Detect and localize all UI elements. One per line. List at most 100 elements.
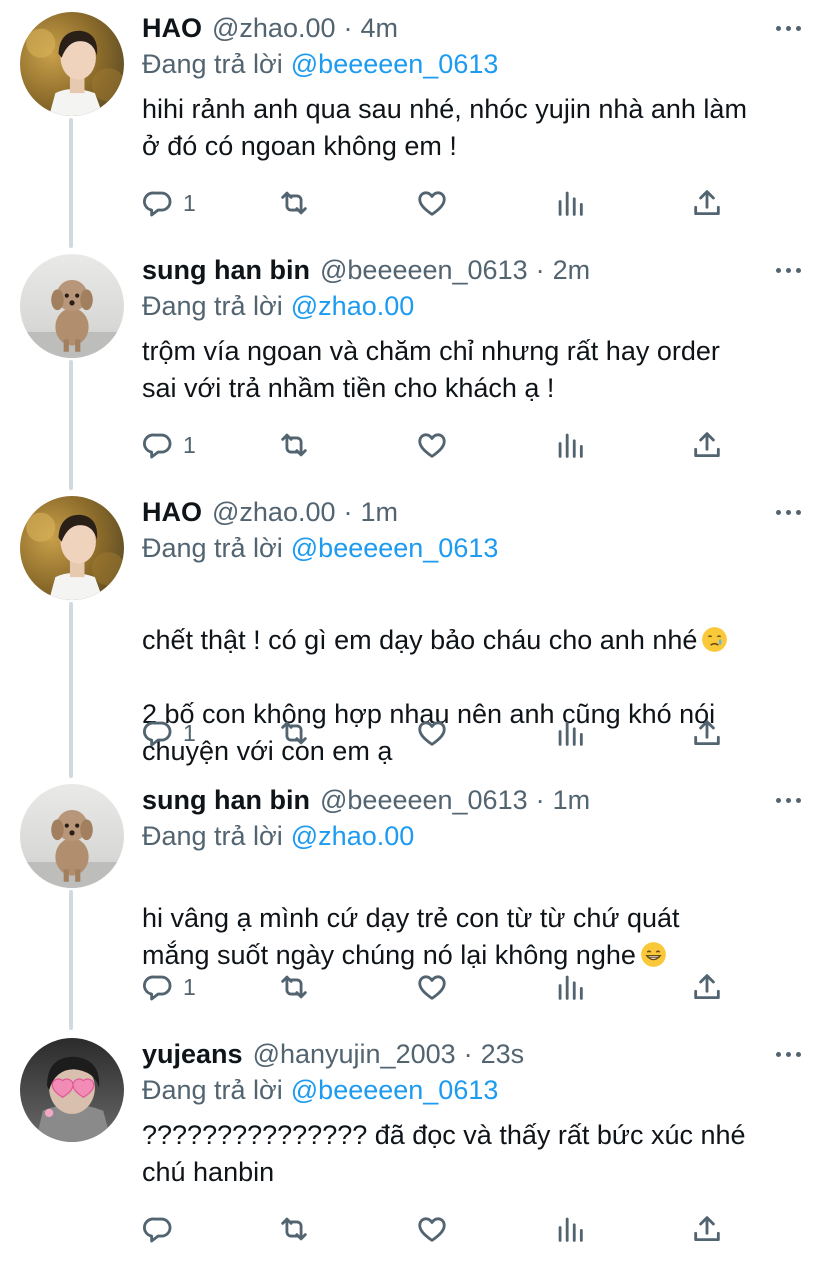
like-button[interactable] (415, 967, 449, 1007)
user-handle[interactable]: @zhao.00 (212, 10, 336, 46)
retweet-button[interactable] (277, 967, 311, 1007)
timestamp[interactable]: 1m (553, 782, 591, 818)
retweet-button[interactable] (277, 1209, 311, 1249)
replying-to: Đang trả lời @beeeeen_0613 (142, 46, 498, 82)
share-button[interactable] (690, 1209, 724, 1249)
reply-button[interactable]: 1 (141, 425, 196, 465)
reply-button[interactable] (141, 1209, 183, 1249)
mention-link[interactable]: @beeeeen_0613 (291, 49, 499, 79)
retweet-icon (281, 975, 307, 999)
user-handle[interactable]: @hanyujin_2003 (253, 1036, 456, 1072)
share-icon (694, 432, 720, 458)
analytics-button[interactable] (553, 183, 587, 223)
share-button[interactable] (690, 713, 724, 753)
reply-icon (143, 1217, 172, 1243)
retweet-icon (281, 191, 307, 215)
share-button[interactable] (690, 967, 724, 1007)
tweet-text-line: chết thật ! có gì em dạy bảo cháu cho an… (142, 625, 698, 655)
separator: · (463, 1039, 473, 1069)
reply-button[interactable]: 1 (141, 967, 196, 1007)
separator: · (343, 13, 353, 43)
retweet-icon (281, 1217, 307, 1241)
more-icon[interactable] (770, 496, 806, 528)
reply-button[interactable]: 1 (141, 713, 196, 753)
timestamp[interactable]: 2m (553, 252, 591, 288)
share-button[interactable] (690, 425, 724, 465)
replying-to: Đang trả lời @zhao.00 (142, 818, 414, 854)
tweet-actions: 1 (0, 713, 828, 753)
analytics-button[interactable] (553, 967, 587, 1007)
replying-to: Đang trả lời @beeeeen_0613 (142, 530, 498, 566)
separator: · (535, 785, 545, 815)
reply-icon (143, 975, 172, 1001)
reply-count: 1 (183, 431, 196, 458)
analytics-button[interactable] (553, 713, 587, 753)
separator: · (343, 497, 353, 527)
mention-link[interactable]: @zhao.00 (291, 291, 415, 321)
reply-icon (143, 721, 172, 747)
more-icon[interactable] (770, 12, 806, 44)
like-button[interactable] (415, 183, 449, 223)
tweet-text-line: hi vâng ạ mình cứ dạy trẻ con từ từ chứ … (142, 903, 680, 970)
share-button[interactable] (690, 183, 724, 223)
display-name[interactable]: HAO (142, 494, 202, 530)
tweet-actions: 1 (0, 183, 828, 223)
reply-count: 1 (183, 189, 196, 216)
display-name[interactable]: yujeans (142, 1036, 243, 1072)
like-button[interactable] (415, 713, 449, 753)
more-icon[interactable] (770, 784, 806, 816)
like-icon (418, 975, 446, 1000)
tweet-actions: 1 (0, 425, 828, 465)
analytics-button[interactable] (553, 1209, 587, 1249)
heart-glasses-avatar[interactable] (20, 1038, 124, 1142)
dog-avatar[interactable] (20, 784, 124, 888)
like-icon (418, 191, 446, 216)
tweet-actions (0, 1209, 828, 1249)
thread-line (69, 890, 73, 1030)
like-button[interactable] (415, 425, 449, 465)
analytics-icon (558, 975, 583, 1000)
tweet-text: trộm vía ngoan và chăm chỉ nhưng rất hay… (142, 336, 720, 403)
tweet-text: chết thật ! có gì em dạy bảo cháu cho an… (142, 585, 812, 807)
reply-icon (143, 191, 172, 217)
share-icon (694, 190, 720, 216)
grinning-face-emoji (641, 942, 666, 967)
analytics-icon (558, 721, 583, 746)
like-icon (418, 1217, 446, 1242)
like-button[interactable] (415, 1209, 449, 1249)
user-handle[interactable]: @beeeeen_0613 (320, 782, 528, 818)
replying-to-label: Đang trả lời (142, 291, 283, 321)
timestamp[interactable]: 4m (361, 10, 399, 46)
user-handle[interactable]: @beeeeen_0613 (320, 252, 528, 288)
person-avatar[interactable] (20, 496, 124, 600)
reply-count: 1 (183, 719, 196, 746)
more-icon[interactable] (770, 254, 806, 286)
mention-link[interactable]: @zhao.00 (291, 821, 415, 851)
display-name[interactable]: HAO (142, 10, 202, 46)
retweet-button[interactable] (277, 425, 311, 465)
analytics-button[interactable] (553, 425, 587, 465)
retweet-icon (281, 433, 307, 457)
reply-button[interactable]: 1 (141, 183, 196, 223)
analytics-icon (558, 191, 583, 216)
dog-avatar[interactable] (20, 254, 124, 358)
replying-to: Đang trả lời @beeeeen_0613 (142, 1072, 498, 1108)
analytics-icon (558, 1217, 583, 1242)
share-icon (694, 974, 720, 1000)
replying-to: Đang trả lời @zhao.00 (142, 288, 414, 324)
more-icon[interactable] (770, 1038, 806, 1070)
timestamp[interactable]: 1m (361, 494, 399, 530)
mention-link[interactable]: @beeeeen_0613 (291, 533, 499, 563)
display-name[interactable]: sung han bin (142, 782, 310, 818)
reply-icon (143, 433, 172, 459)
timestamp[interactable]: 23s (481, 1036, 525, 1072)
user-handle[interactable]: @zhao.00 (212, 494, 336, 530)
reply-count: 1 (183, 973, 196, 1000)
retweet-button[interactable] (277, 183, 311, 223)
retweet-icon (281, 721, 307, 745)
mention-link[interactable]: @beeeeen_0613 (291, 1075, 499, 1105)
tweet-text: ??????????????? đã đọc và thấy rất bức x… (142, 1120, 746, 1187)
person-avatar[interactable] (20, 12, 124, 116)
retweet-button[interactable] (277, 713, 311, 753)
display-name[interactable]: sung han bin (142, 252, 310, 288)
